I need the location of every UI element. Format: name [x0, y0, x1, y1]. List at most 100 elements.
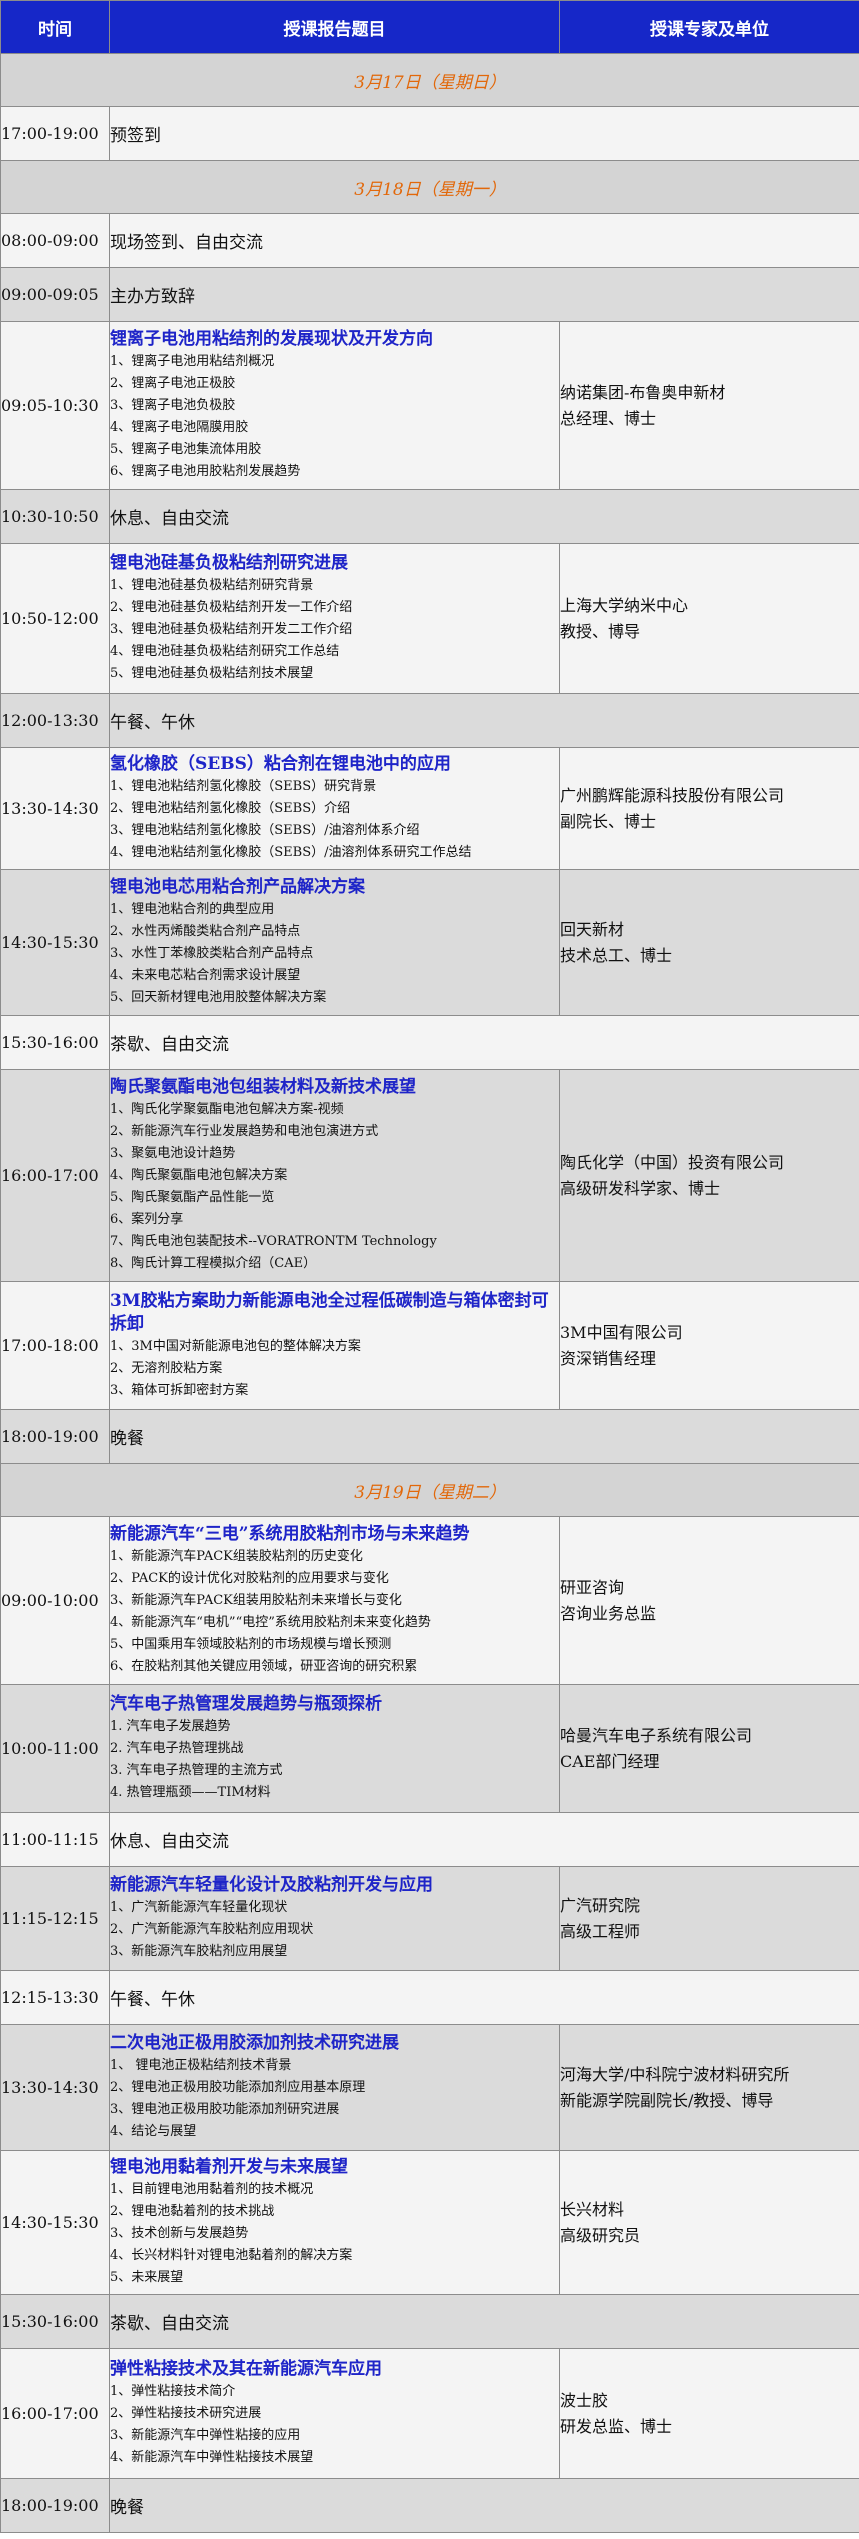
session-row: 15:30-16:00 茶歇、自由交流 [0, 2294, 859, 2349]
session-time: 17:00-18:00 [0, 1281, 110, 1410]
outline-item: 3、新能源汽车PACK组装用胶粘剂未来增长与变化 [110, 1593, 402, 1608]
topic-title: 弹性粘接技术及其在新能源汽车应用 [110, 2359, 382, 2379]
outline-item: 5、中国乘用车领域胶粘剂的市场规模与增长预测 [110, 1637, 392, 1652]
outline-item: 2、新能源汽车行业发展趋势和电池包演进方式 [110, 1124, 379, 1139]
outline-item: 3. 汽车电子热管理的主流方式 [110, 1763, 283, 1778]
topic-outline: 1、 锂电池正极粘结剂技术背景 2、锂电池正极用胶功能添加剂应用基本原理 3、锂电池… [110, 2055, 559, 2143]
outline-item: 3、水性丁苯橡胶类粘合剂产品特点 [110, 946, 314, 961]
day-header-row: 3月19日（星期二） [0, 1463, 859, 1517]
expert-title: 教授、博导 [560, 621, 641, 641]
session-time: 15:30-16:00 [0, 1015, 110, 1070]
session-topic: 氢化橡胶（SEBS）粘合剂在锂电池中的应用 1、锂电池粘结剂氢化橡胶（SEBS）研… [109, 747, 560, 870]
topic-title: 二次电池正极用胶添加剂技术研究进展 [110, 2033, 399, 2053]
session-row: 10:30-10:50 休息、自由交流 [0, 489, 859, 544]
session-topic: 锂电池电芯用粘合剂产品解决方案 1、锂电池粘合剂的典型应用 2、水性丙烯酸类粘合剂产… [109, 869, 560, 1016]
outline-item: 3、箱体可拆卸密封方案 [110, 1382, 249, 1398]
expert-organization: 研亚咨询 [560, 1577, 625, 1597]
topic-title: 新能源汽车“三电”系统用胶粘剂市场与未来趋势 [110, 1524, 470, 1544]
session-row: 08:00-09:00 现场签到、自由交流 [0, 213, 859, 268]
outline-item: 6、锂离子电池用胶粘剂发展趋势 [110, 464, 301, 479]
outline-item: 5、锂离子电池集流体用胶 [110, 442, 262, 457]
session-activity: 休息、自由交流 [109, 489, 859, 544]
schedule-table: 时间 授课报告题目 授课专家及单位 3月17日（星期日） 17:00-19:00 预… [0, 0, 859, 2533]
session-time: 18:00-19:00 [0, 2478, 110, 2533]
session-topic: 新能源汽车轻量化设计及胶粘剂开发与应用 1、广汽新能源汽车轻量化现状 2、广汽新能源… [109, 1866, 560, 1971]
expert-organization: 哈曼汽车电子系统有限公司 [560, 1725, 753, 1745]
expert-title: 研发总监、博士 [560, 2416, 673, 2436]
expert-organization: 河海大学/中科院宁波材料研究所 [560, 2064, 790, 2084]
topic-outline: 1、锂离子电池用粘结剂概况 2、锂离子电池正极胶 3、锂离子电池负极胶 4、锂离子电池… [110, 351, 559, 483]
session-topic: 锂离子电池用粘结剂的发展现状及开发方向 1、锂离子电池用粘结剂概况 2、锂离子电池正… [109, 321, 560, 490]
topic-title: 汽车电子热管理发展趋势与瓶颈探析 [110, 1694, 382, 1714]
session-time: 11:00-11:15 [0, 1812, 110, 1867]
session-expert: 广州鹏辉能源科技股份有限公司 副院长、博士 [559, 747, 859, 870]
session-time: 10:50-12:00 [0, 543, 110, 694]
schedule-body: 3月17日（星期日） 17:00-19:00 预签到 3月18日（星期一） 08:00-… [0, 53, 859, 2533]
expert-organization: 3M中国有限公司 [560, 1322, 683, 1342]
session-time: 18:00-19:00 [0, 1409, 110, 1464]
session-topic: 弹性粘接技术及其在新能源汽车应用 1、弹性粘接技术简介 2、弹性粘接技术研究进展 3、… [109, 2348, 560, 2479]
session-activity: 主办方致辞 [109, 267, 859, 322]
expert-title: CAE部门经理 [560, 1751, 660, 1771]
expert-title: 高级工程师 [560, 1921, 641, 1941]
topic-outline: 1、弹性粘接技术简介 2、弹性粘接技术研究进展 3、新能源汽车中弹性粘接的应用 4、新… [110, 2381, 559, 2469]
session-topic: 汽车电子热管理发展趋势与瓶颈探析 1. 汽车电子发展趋势 2. 汽车电子热管理挑战 3… [109, 1684, 560, 1813]
day-label: 3月17日（星期日） [0, 53, 859, 107]
outline-item: 7、陶氏电池包装配技术--VORATRONTM Technology [110, 1234, 437, 1249]
outline-item: 3、锂电池正极用胶功能添加剂研究进展 [110, 2102, 340, 2117]
session-topic: 陶氏聚氨酯电池包组装材料及新技术展望 1、陶氏化学聚氨酯电池包解决方案-视频 2、新… [109, 1069, 560, 1282]
session-activity: 晚餐 [109, 2478, 859, 2533]
outline-item: 4、结论与展望 [110, 2124, 197, 2139]
outline-item: 1、锂电池粘合剂的典型应用 [110, 902, 275, 917]
session-row: 16:00-17:00 弹性粘接技术及其在新能源汽车应用 1、弹性粘接技术简介 2、弹… [0, 2348, 859, 2479]
outline-item: 1、陶氏化学聚氨酯电池包解决方案-视频 [110, 1102, 344, 1117]
outline-item: 1、锂离子电池用粘结剂概况 [110, 354, 275, 369]
session-row: 12:00-13:30 午餐、午休 [0, 693, 859, 748]
topic-title: 锂离子电池用粘结剂的发展现状及开发方向 [110, 329, 433, 349]
session-time: 14:30-15:30 [0, 2150, 110, 2295]
session-time: 16:00-17:00 [0, 2348, 110, 2479]
topic-title: 锂电池电芯用粘合剂产品解决方案 [110, 877, 365, 897]
outline-item: 3、锂电池粘结剂氢化橡胶（SEBS）/油溶剂体系介绍 [110, 823, 420, 838]
expert-organization: 广汽研究院 [560, 1895, 641, 1915]
expert-title: 高级研发科学家、博士 [560, 1178, 721, 1198]
outline-item: 3、锂电池硅基负极粘结剂开发二工作介绍 [110, 622, 353, 637]
session-expert: 广汽研究院高级工程师 [559, 1866, 859, 1971]
session-time: 13:30-14:30 [0, 2024, 110, 2151]
outline-item: 1、锂电池硅基负极粘结剂研究背景 [110, 578, 314, 593]
session-activity: 休息、自由交流 [109, 1812, 859, 1867]
session-row: 16:00-17:00 陶氏聚氨酯电池包组装材料及新技术展望 1、陶氏化学聚氨酯电池… [0, 1069, 859, 1282]
expert-organization: 波士胶 [560, 2390, 609, 2410]
day-label: 3月19日（星期二） [0, 1463, 859, 1517]
session-expert: 纳诺集团-布鲁奥申新材 总经理、博士 [559, 321, 859, 490]
outline-item: 1、弹性粘接技术简介 [110, 2384, 236, 2399]
topic-outline: 1、新能源汽车PACK组装胶粘剂的历史变化 2、PACK的设计优化对胶粘剂的应用要… [110, 1546, 559, 1678]
day-header-row: 3月18日（星期一） [0, 160, 859, 214]
outline-item: 5、回天新材锂电池用胶整体解决方案 [110, 990, 327, 1005]
outline-item: 2、水性丙烯酸类粘合剂产品特点 [110, 924, 301, 939]
topic-outline: 1、目前锂电池用黏着剂的技术概况 2、锂电池黏着剂的技术挑战 3、技术创新与发展趋势… [110, 2179, 559, 2289]
session-row: 14:30-15:30 锂电池电芯用粘合剂产品解决方案 1、锂电池粘合剂的典型应用 2… [0, 869, 859, 1016]
session-row: 10:50-12:00 锂电池硅基负极粘结剂研究进展 1、锂电池硅基负极粘结剂研究背… [0, 543, 859, 694]
session-time: 16:00-17:00 [0, 1069, 110, 1282]
outline-item: 5、未来展望 [110, 2270, 184, 2285]
session-time: 09:00-10:00 [0, 1516, 110, 1685]
header-topic: 授课报告题目 [109, 0, 560, 54]
session-topic: 3M胶粘方案助力新能源电池全过程低碳制造与箱体密封可拆卸 1、3M中国对新能源电池… [109, 1281, 560, 1410]
topic-outline: 1、锂电池粘合剂的典型应用 2、水性丙烯酸类粘合剂产品特点 3、水性丁苯橡胶类粘合剂… [110, 899, 559, 1009]
outline-item: 2、弹性粘接技术研究进展 [110, 2406, 262, 2421]
session-row: 11:15-12:15 新能源汽车轻量化设计及胶粘剂开发与应用 1、广汽新能源汽车轻… [0, 1866, 859, 1971]
outline-item: 4、锂电池粘结剂氢化橡胶（SEBS）/油溶剂体系研究工作总结 [110, 845, 472, 860]
outline-item: 2、锂电池粘结剂氢化橡胶（SEBS）介绍 [110, 801, 351, 816]
session-activity: 现场签到、自由交流 [109, 213, 859, 268]
outline-item: 3、聚氨电池设计趋势 [110, 1146, 236, 1161]
session-time: 12:15-13:30 [0, 1970, 110, 2025]
outline-item: 3、技术创新与发展趋势 [110, 2226, 249, 2241]
session-time: 15:30-16:00 [0, 2294, 110, 2349]
session-activity: 预签到 [109, 106, 859, 161]
outline-item: 2. 汽车电子热管理挑战 [110, 1741, 244, 1756]
expert-organization: 长兴材料 [560, 2199, 625, 2219]
session-expert: 陶氏化学（中国）投资有限公司 高级研发科学家、博士 [559, 1069, 859, 1282]
header-time: 时间 [0, 0, 110, 54]
outline-item: 1、目前锂电池用黏着剂的技术概况 [110, 2182, 314, 2197]
